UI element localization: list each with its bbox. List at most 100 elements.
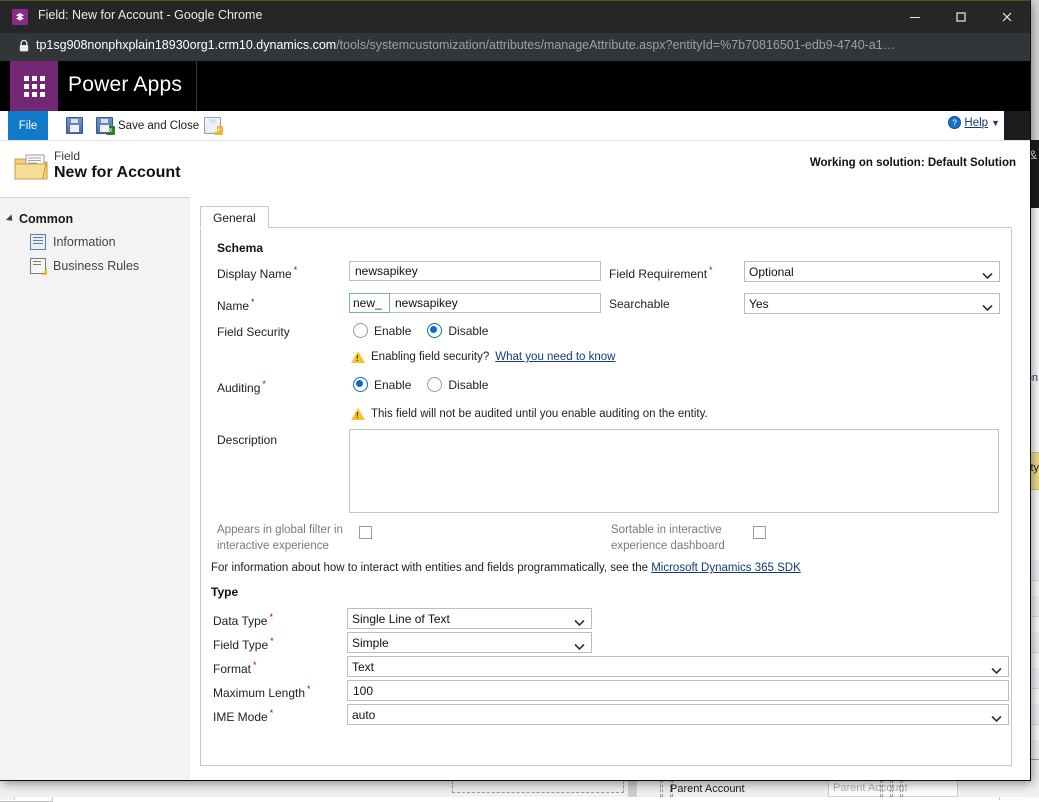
data-type-label: Data Type* [213, 612, 273, 628]
global-filter-label: Appears in global filter in interactive … [217, 522, 357, 554]
waffle-grid [24, 76, 45, 97]
field-requirement-label: Field Requirement* [609, 265, 713, 281]
background-form-field-input: Parent Account [828, 779, 958, 797]
searchable-label: Searchable [609, 297, 670, 311]
save-and-close-button[interactable]: x Save and Close [92, 111, 203, 140]
content-pane: General Schema Display Name* Field Requi… [190, 197, 1030, 780]
app-launcher-waffle-icon[interactable] [10, 61, 58, 111]
format-label: Format* [213, 660, 257, 676]
crm-command-bar: File x Save and Close + ? Help ▼ [0, 111, 1030, 141]
url-host: tp1sg908nonphxplain18930org1.crm10.dynam… [36, 38, 336, 52]
sortable-label: Sortable in interactive experience dashb… [611, 522, 761, 554]
warning-icon [351, 351, 365, 363]
help-button[interactable]: ? Help ▼ [948, 116, 1000, 129]
name-label-text: Name [217, 299, 249, 313]
field-security-warning-link[interactable]: What you need to know [495, 351, 615, 363]
browser-address-bar[interactable]: tp1sg908nonphxplain18930org1.crm10.dynam… [0, 33, 1030, 61]
maximum-length-input[interactable] [347, 680, 1009, 701]
field-security-radio-group: Enable Disable [353, 323, 504, 338]
name-field-group [349, 293, 601, 313]
sortable-checkbox[interactable] [753, 526, 766, 539]
sidebar-item-information[interactable]: Information [30, 234, 190, 250]
help-label: Help [964, 117, 988, 129]
field-security-enable-label: Enable [374, 324, 411, 338]
required-asterisk: * [270, 636, 274, 646]
sidebar-item-label: Business Rules [53, 259, 139, 273]
searchable-select-wrap: YesNo [744, 293, 1000, 314]
page-kicker: Field [54, 149, 80, 163]
auditing-radio-group: Enable Disable [353, 377, 504, 392]
tab-general[interactable]: General [200, 206, 269, 228]
file-tab[interactable]: File [8, 111, 48, 140]
close-icon[interactable] [984, 1, 1030, 33]
radio-dot-icon [353, 323, 368, 338]
new-field-button[interactable]: + [200, 111, 225, 140]
searchable-select[interactable]: YesNo [744, 293, 1000, 314]
field-requirement-select[interactable]: OptionalBusiness RecommendedBusiness Req… [744, 261, 1000, 282]
power-apps-favicon [12, 9, 28, 25]
nav-group-label: Common [19, 212, 73, 226]
lock-icon [18, 39, 30, 58]
browser-title-bar: Field: New for Account - Google Chrome [0, 0, 1030, 33]
tab-underline [200, 227, 1012, 228]
description-label: Description [217, 433, 277, 447]
display-name-label: Display Name* [217, 265, 297, 281]
url-text[interactable]: tp1sg908nonphxplain18930org1.crm10.dynam… [36, 38, 895, 52]
ime-mode-select[interactable]: autoinactiveactivedisabled [347, 704, 1009, 725]
tab-strip: General [200, 206, 1030, 228]
sidebar-item-label: Information [53, 235, 116, 249]
sidebar-item-business-rules[interactable]: Business Rules [30, 258, 190, 274]
sortable-label-line2: experience dashboard [611, 540, 725, 552]
field-type-label: Field Type* [213, 636, 274, 652]
ime-mode-select-wrap: autoinactiveactivedisabled [347, 704, 1009, 725]
format-label-text: Format [213, 662, 251, 676]
new-field-icon: + [204, 117, 221, 134]
sdk-note: For information about how to interact wi… [211, 562, 801, 574]
ime-mode-label-text: IME Mode [213, 710, 268, 724]
global-filter-checkbox[interactable] [359, 526, 372, 539]
required-asterisk: * [709, 265, 713, 275]
page-header: Field New for Account Working on solutio… [0, 141, 1030, 193]
field-folder-icon [14, 153, 48, 181]
page-title: New for Account [54, 164, 181, 182]
radio-dot-icon [427, 377, 442, 392]
auditing-enable-radio[interactable]: Enable [353, 377, 411, 392]
sdk-link[interactable]: Microsoft Dynamics 365 SDK [651, 562, 801, 574]
format-select[interactable]: TextEmailText AreaURLTicker SymbolPhone [347, 656, 1009, 677]
maximize-icon[interactable] [938, 1, 984, 33]
svg-text:?: ? [953, 118, 958, 128]
required-asterisk: * [269, 612, 273, 622]
sdk-note-text: For information about how to interact wi… [211, 562, 648, 574]
required-asterisk: * [251, 297, 255, 307]
field-security-disable-radio[interactable]: Disable [427, 323, 488, 338]
auditing-label: Auditing* [217, 379, 266, 395]
background-right-fragment-amp: & [1029, 148, 1037, 162]
chevron-down-icon: ▼ [991, 118, 1000, 128]
required-asterisk: * [307, 684, 311, 694]
data-type-select[interactable]: Single Line of TextOption SetTwo Options… [347, 608, 592, 629]
collapse-arrow-icon [6, 214, 15, 223]
minimize-icon[interactable] [892, 1, 938, 33]
auditing-label-text: Auditing [217, 381, 260, 395]
background-form-field-label: Parent Account [670, 783, 745, 795]
nav-group-common[interactable]: Common [8, 212, 190, 226]
auditing-disable-radio[interactable]: Disable [427, 377, 488, 392]
auditing-warning-text: This field will not be audited until you… [371, 408, 708, 420]
sortable-label-line1: Sortable in interactive [611, 524, 722, 536]
required-asterisk: * [270, 708, 274, 718]
navigation-pane: Common Information Business Rules [0, 197, 191, 780]
solution-context-label: Working on solution: Default Solution [810, 157, 1016, 169]
type-section-title: Type [211, 585, 238, 599]
new-badge-icon: + [214, 126, 223, 135]
save-button[interactable] [62, 111, 87, 140]
field-type-select[interactable]: SimpleCalculatedRollup [347, 632, 592, 653]
field-type-label-text: Field Type [213, 638, 268, 652]
display-name-input[interactable] [349, 261, 601, 281]
field-security-enable-radio[interactable]: Enable [353, 323, 411, 338]
name-prefix-input[interactable] [349, 293, 390, 313]
description-textarea[interactable] [349, 429, 999, 513]
name-input[interactable] [390, 293, 601, 313]
field-type-select-wrap: SimpleCalculatedRollup [347, 632, 592, 653]
format-select-wrap: TextEmailText AreaURLTicker SymbolPhone [347, 656, 1009, 677]
browser-title-text: Field: New for Account - Google Chrome [38, 8, 262, 22]
